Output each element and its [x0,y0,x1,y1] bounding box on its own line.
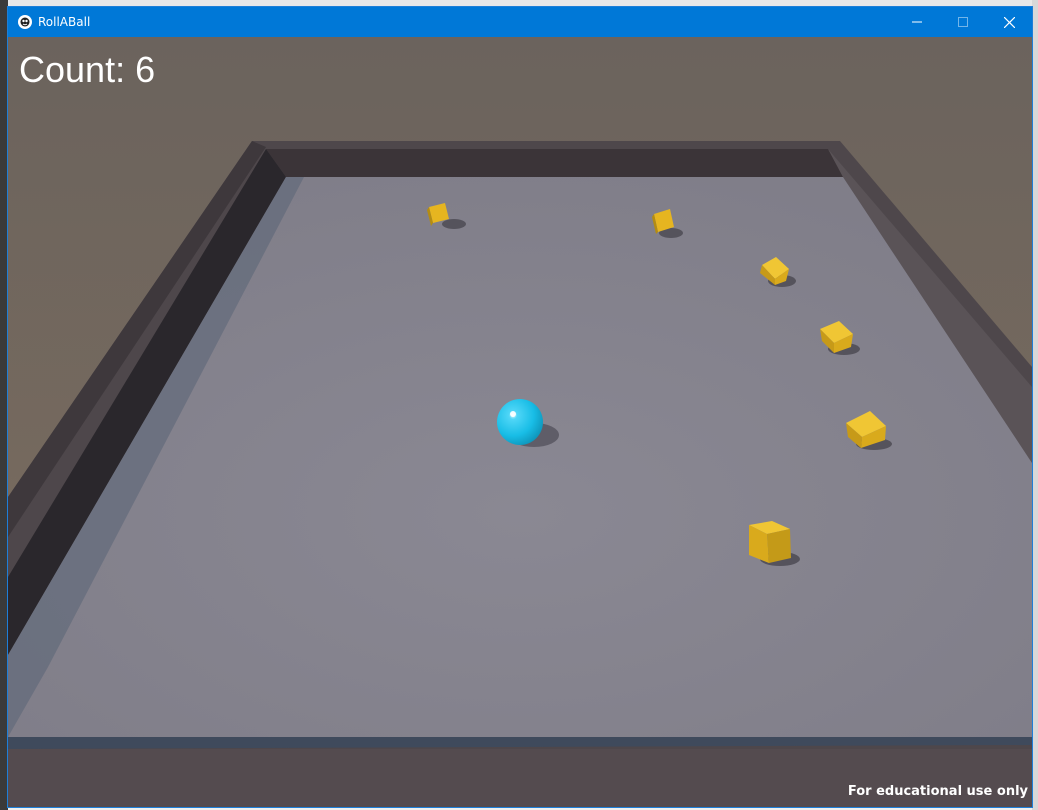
unity-icon [18,15,32,29]
maximize-icon [958,17,968,27]
count-value: 6 [135,49,156,90]
wall-back-inner [266,149,843,177]
maximize-button[interactable] [940,7,986,37]
minimize-icon [912,21,922,23]
game-window: RollABall Count: 6 For educational use o… [7,6,1033,808]
minimize-button[interactable] [894,7,940,37]
educational-watermark: For educational use only [847,784,1028,799]
count-text: Count: 6 [19,49,155,91]
window-title: RollABall [38,15,91,29]
close-icon [1003,16,1015,28]
title-bar[interactable]: RollABall [8,7,1032,37]
close-button[interactable] [986,7,1032,37]
count-label: Count: [19,49,136,90]
game-scene [8,37,1032,807]
game-viewport[interactable]: Count: 6 For educational use only [8,37,1032,807]
